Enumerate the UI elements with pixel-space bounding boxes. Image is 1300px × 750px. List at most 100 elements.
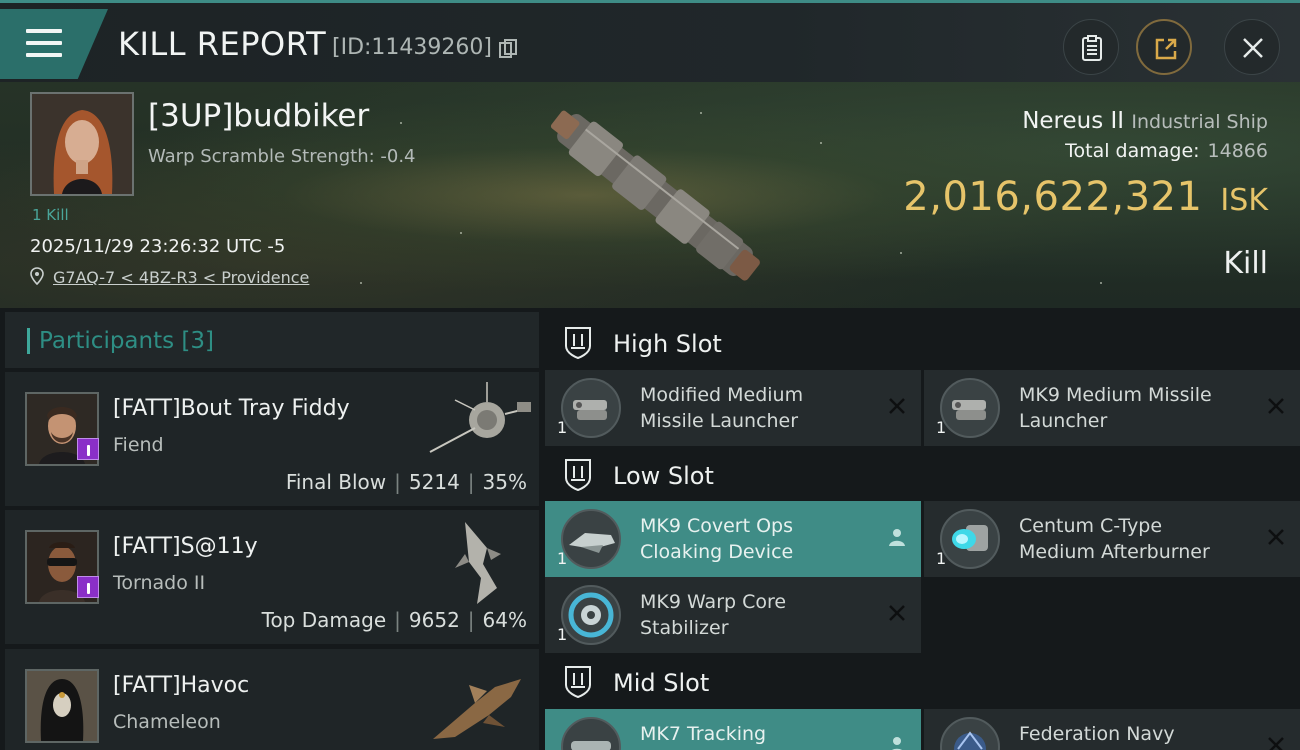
module-name-line: Centum C-Type	[1019, 515, 1163, 537]
dropped-person-icon	[889, 529, 905, 546]
module-name: MK9 Medium Missile Launcher	[1019, 382, 1249, 434]
location-pin-icon	[30, 267, 44, 285]
ship-class-text: Industrial Ship	[1131, 111, 1268, 133]
participant-ship-image	[433, 679, 521, 739]
total-damage-label: Total damage:	[1065, 140, 1200, 162]
corp-badge-icon	[77, 576, 99, 598]
federation-navy-module-icon	[940, 717, 1000, 750]
destroyed-x-icon	[1268, 737, 1284, 750]
high-slot-header: High Slot	[545, 314, 1300, 372]
destroyed-x-icon	[1268, 398, 1284, 414]
low-slot-title: Low Slot	[613, 462, 714, 490]
isk-amount: 2,016,622,321	[903, 174, 1203, 220]
participant-ship: Fiend	[113, 434, 164, 456]
participant-card[interactable]: [FATT]S@11y Tornado II Top Damage | 9652 | 6…	[5, 510, 539, 644]
share-icon	[1155, 38, 1177, 60]
clipboard-icon	[1082, 35, 1102, 61]
victim-ship-image	[550, 110, 760, 281]
victim-avatar[interactable]	[30, 92, 134, 196]
destroyed-x-icon	[1268, 529, 1284, 545]
module-name-line: Missile Launcher	[640, 410, 799, 432]
mid-slot-icon	[565, 666, 591, 699]
ship-name-text: Nereus II	[1022, 108, 1125, 134]
module-name-line: Medium Afterburner	[1019, 541, 1210, 563]
participant-damage: 5214	[408, 470, 460, 494]
location-link[interactable]: G7AQ-7 < 4BZ-R3 < Providence	[53, 268, 309, 287]
module-name: Federation Navy	[1019, 721, 1249, 747]
module-quantity: 1	[936, 418, 947, 437]
header-bar: KILL REPORT [ID:11439260]	[0, 0, 1300, 82]
missile-launcher-icon	[561, 378, 621, 438]
low-slot-header: Low Slot	[545, 446, 1300, 504]
mid-slot-title: Mid Slot	[613, 669, 710, 697]
tracking-module-icon	[561, 717, 621, 750]
participant-percent: 64%	[482, 608, 527, 632]
page-title: KILL REPORT	[118, 25, 327, 63]
low-slot-icon	[565, 459, 591, 492]
module-quantity: 1	[936, 549, 947, 568]
module-name: Modified Medium Missile Launcher	[640, 382, 870, 434]
participants-label: Participants	[39, 328, 175, 354]
participants-count: [3]	[181, 328, 215, 354]
module-name: MK9 Warp Core Stabilizer	[640, 589, 870, 641]
module-name-line: Stabilizer	[640, 617, 729, 639]
participant-name: [FATT]Havoc	[113, 673, 250, 698]
participant-percent: 35%	[482, 470, 527, 494]
participant-ship: Chameleon	[113, 711, 221, 733]
participant-damage: 9652	[408, 608, 460, 632]
module-item[interactable]: 1 Centum C-Type Medium Afterburner	[924, 501, 1300, 577]
participant-stats: Top Damage | 9652 | 64%	[261, 608, 527, 632]
module-name: MK9 Covert Ops Cloaking Device	[640, 513, 870, 565]
mid-slot-header: Mid Slot	[545, 653, 1300, 711]
module-name-line: Modified Medium	[640, 384, 804, 406]
participant-role: Top Damage	[261, 608, 387, 632]
participant-ship-image	[455, 522, 501, 604]
share-button[interactable]	[1136, 19, 1192, 75]
module-name-line: Cloaking Device	[640, 541, 794, 563]
participant-card[interactable]: [FATT]Bout Tray Fiddy Fiend Final Blow | 5…	[5, 372, 539, 506]
participant-card[interactable]: [FATT]Havoc Chameleon	[5, 649, 539, 750]
victim-ship-name: Nereus II Industrial Ship	[1022, 108, 1268, 134]
cloaking-device-icon	[561, 509, 621, 569]
destroyed-x-icon	[889, 605, 905, 621]
total-damage-value: 14866	[1207, 140, 1268, 162]
hamburger-icon	[26, 29, 62, 57]
kill-timestamp: 2025/11/29 23:26:32 UTC -5	[30, 236, 286, 257]
module-name-line: Federation Navy	[1019, 723, 1175, 745]
copy-icon[interactable]	[499, 39, 517, 59]
module-item[interactable]: Federation Navy	[924, 709, 1300, 750]
victim-panel: [3UP]budbiker Warp Scramble Strength: -0…	[0, 82, 1300, 308]
warp-scramble-strength: Warp Scramble Strength: -0.4	[148, 146, 416, 167]
module-item[interactable]: 1 MK9 Warp Core Stabilizer	[545, 577, 921, 653]
participant-stats: Final Blow | 5214 | 35%	[285, 470, 527, 494]
participant-avatar[interactable]	[25, 669, 99, 743]
result-label: Kill	[1223, 246, 1268, 281]
report-id: [ID:11439260]	[332, 35, 492, 60]
dropped-person-icon	[891, 737, 903, 750]
participant-name: [FATT]Bout Tray Fiddy	[113, 396, 350, 421]
module-name-line: MK9 Covert Ops	[640, 515, 794, 537]
module-item[interactable]: 1 Modified Medium Missile Launcher	[545, 370, 921, 446]
clipboard-button[interactable]	[1063, 19, 1119, 75]
module-name-line: MK9 Warp Core	[640, 591, 787, 613]
missile-launcher-icon	[940, 378, 1000, 438]
high-slot-title: High Slot	[613, 330, 722, 358]
module-name-line: MK7 Tracking	[640, 723, 767, 745]
total-damage: Total damage: 14866	[1065, 140, 1268, 162]
module-quantity: 1	[557, 625, 568, 644]
module-quantity: 1	[557, 418, 568, 437]
participant-ship-image	[429, 382, 531, 453]
destroyed-x-icon	[889, 398, 905, 414]
close-button[interactable]	[1224, 19, 1280, 75]
close-icon	[1243, 38, 1263, 58]
module-item[interactable]: 1 MK9 Covert Ops Cloaking Device	[545, 501, 921, 577]
module-quantity: 1	[557, 549, 568, 568]
module-item[interactable]: 1 MK9 Medium Missile Launcher	[924, 370, 1300, 446]
menu-button[interactable]	[0, 9, 108, 79]
afterburner-icon	[940, 509, 1000, 569]
isk-value: 2,016,622,321 ISK	[903, 174, 1268, 220]
module-item[interactable]: MK7 Tracking	[545, 709, 921, 750]
participants-title: Participants [3]	[39, 328, 214, 354]
participant-ship: Tornado II	[113, 572, 206, 594]
participant-role: Final Blow	[285, 470, 387, 494]
